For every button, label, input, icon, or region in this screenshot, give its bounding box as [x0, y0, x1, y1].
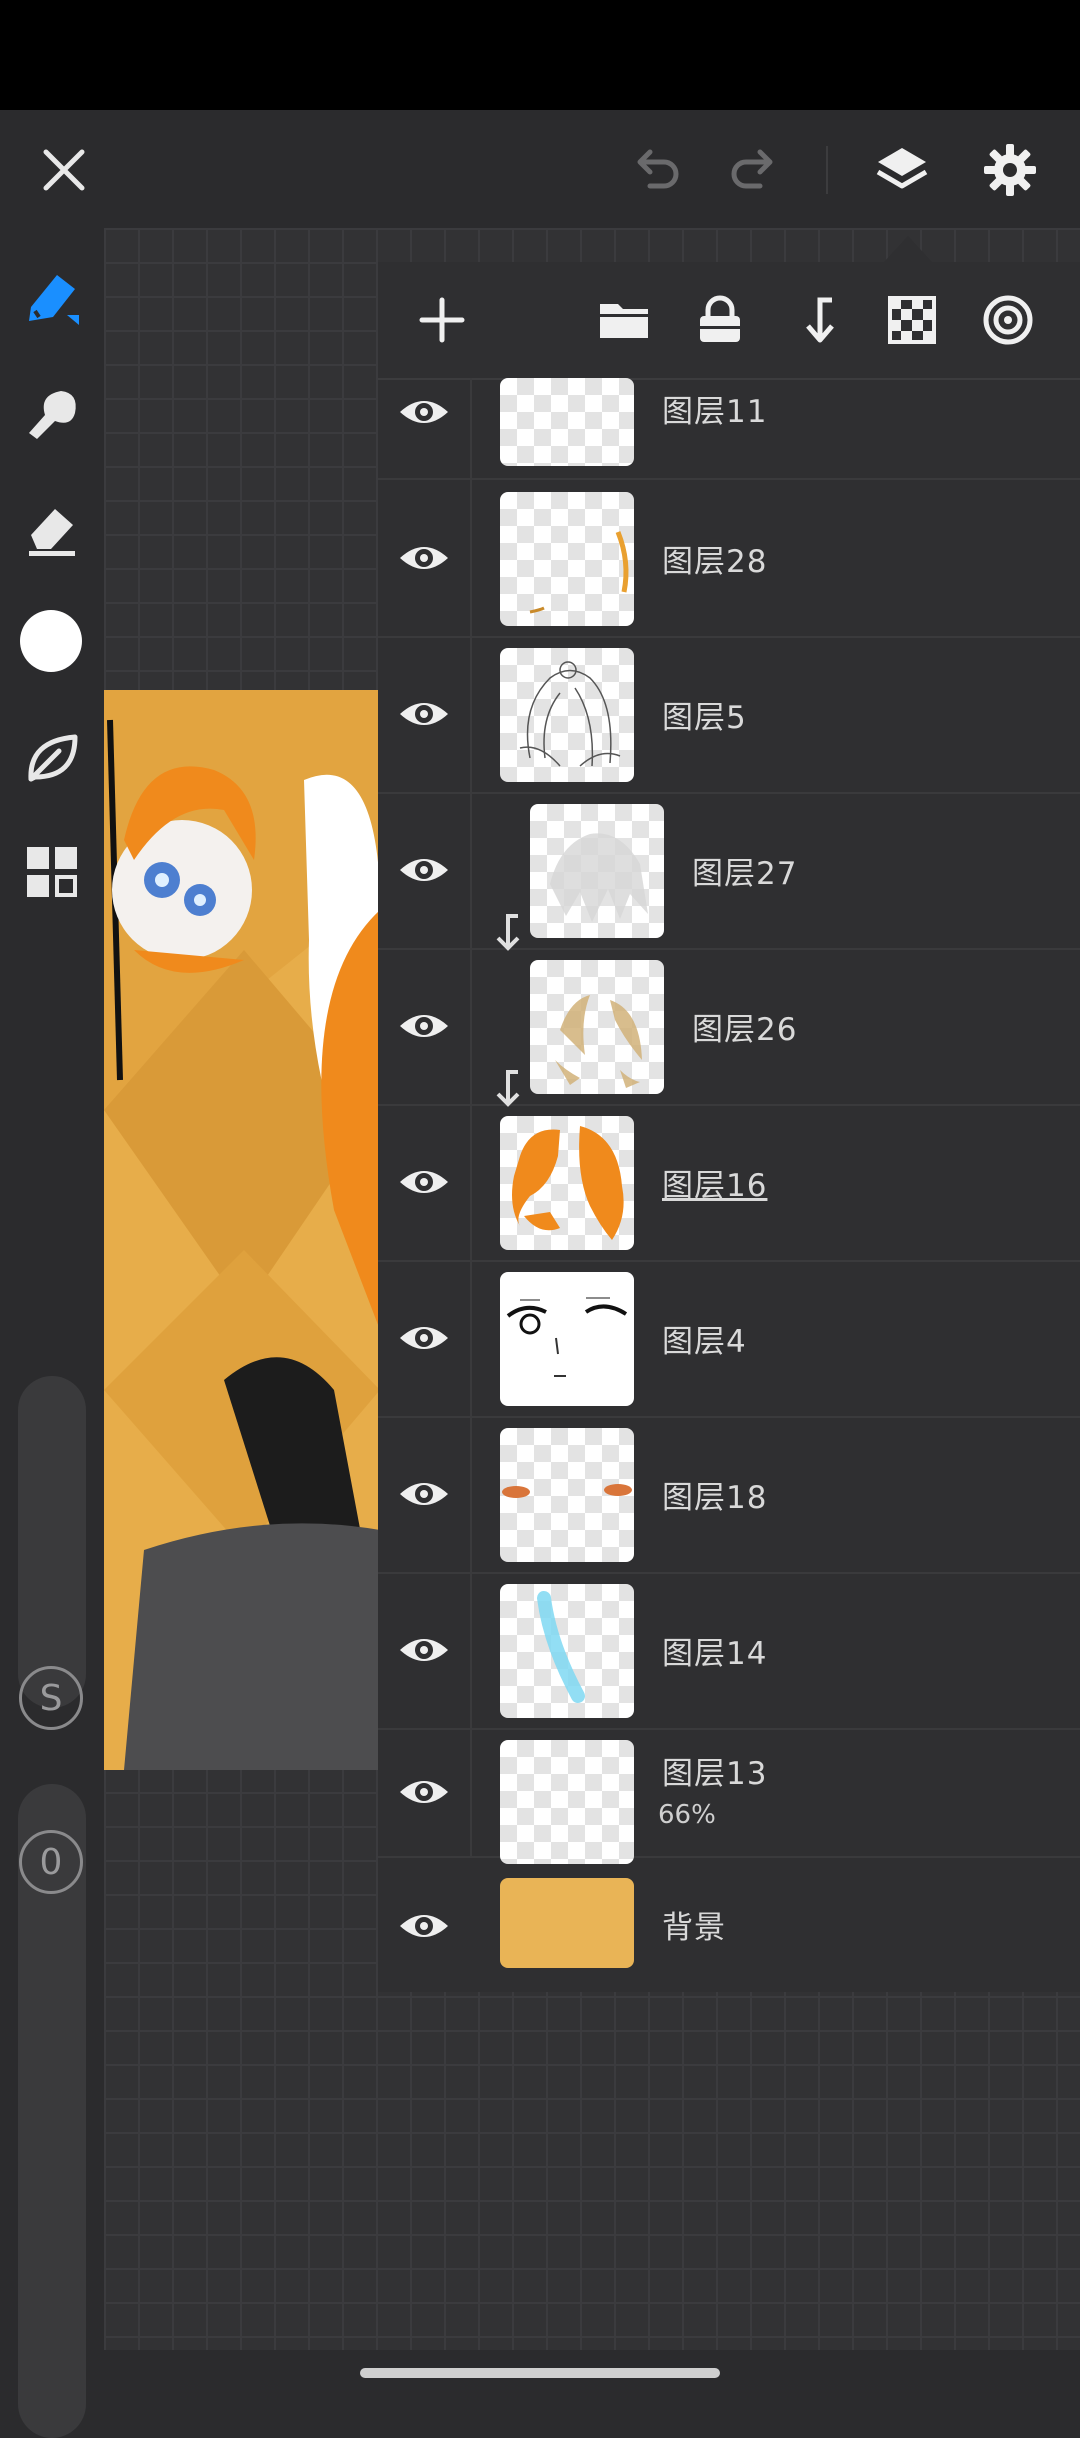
home-indicator[interactable] — [360, 2368, 720, 2378]
canvas-artwork[interactable] — [104, 690, 380, 1770]
layer-name: 图层16 — [662, 1168, 768, 1204]
brush-size-slider[interactable] — [18, 1376, 86, 1708]
layer-thumbnail — [530, 804, 664, 938]
clip-indicator-icon — [490, 1068, 524, 1108]
background-color-thumbnail[interactable] — [500, 1878, 634, 1968]
layer-row[interactable]: 图层11 — [378, 378, 1080, 480]
folder-icon[interactable] — [592, 288, 656, 352]
layer-thumbnail — [500, 1584, 634, 1718]
layers-panel: 图层11 图层28 图层5 图层27 图层26 图层16 图层4 图层18 图层… — [378, 262, 1080, 1992]
layer-row[interactable]: 图层4 — [378, 1260, 1080, 1418]
layer-row[interactable]: 图层26 — [378, 948, 1080, 1108]
gear-icon[interactable] — [968, 128, 1052, 212]
smudge-icon[interactable] — [14, 376, 90, 452]
leaf-icon[interactable] — [14, 720, 90, 796]
layer-thumbnail — [500, 1428, 634, 1562]
layer-row-background[interactable]: 背景 — [378, 1868, 1080, 1984]
panel-pointer — [884, 236, 932, 262]
eye-icon[interactable] — [396, 1622, 452, 1678]
layer-row[interactable]: 图层5 — [378, 636, 1080, 794]
layers-panel-toolbar — [378, 262, 1080, 380]
eye-icon[interactable] — [396, 384, 452, 440]
layer-thumbnail — [500, 1116, 634, 1250]
layer-opacity: 66% — [658, 1800, 716, 1830]
close-icon[interactable] — [22, 128, 106, 212]
redo-icon[interactable] — [712, 128, 796, 212]
lock-icon[interactable] — [688, 288, 752, 352]
layer-row[interactable]: 图层27 — [378, 792, 1080, 952]
clip-indicator-icon — [490, 912, 524, 952]
layer-name: 图层11 — [662, 394, 768, 430]
layer-name: 图层28 — [662, 544, 768, 580]
clip-down-icon[interactable] — [784, 288, 848, 352]
layer-thumbnail — [500, 648, 634, 782]
eye-icon[interactable] — [396, 842, 452, 898]
toolbar-divider — [826, 146, 828, 194]
brush-opacity-label: 0 — [19, 1830, 83, 1894]
undo-icon[interactable] — [614, 128, 698, 212]
brush-size-label: S — [19, 1666, 83, 1730]
eye-icon[interactable] — [396, 1898, 452, 1954]
layer-thumbnail — [500, 378, 634, 466]
layer-name: 图层14 — [662, 1636, 768, 1672]
left-toolbar: S 0 — [0, 228, 104, 2438]
eye-icon[interactable] — [396, 1310, 452, 1366]
layer-row[interactable]: 图层13 66% — [378, 1728, 1080, 1864]
eraser-icon[interactable] — [14, 490, 90, 566]
eye-icon[interactable] — [396, 1764, 452, 1820]
blend-mode-icon[interactable] — [976, 288, 1040, 352]
layer-row-selected[interactable]: 图层16 — [378, 1104, 1080, 1262]
layer-thumbnail — [500, 1740, 634, 1864]
layer-row[interactable]: 图层14 — [378, 1572, 1080, 1730]
layer-name: 图层27 — [692, 856, 798, 892]
layer-thumbnail — [530, 960, 664, 1094]
layer-name: 图层4 — [662, 1324, 747, 1360]
top-toolbar — [0, 110, 1080, 228]
status-bar — [0, 0, 1080, 110]
layer-name: 图层13 — [662, 1756, 768, 1792]
color-swatch[interactable] — [20, 610, 82, 672]
layer-name: 图层5 — [662, 700, 747, 736]
layer-row[interactable]: 图层28 — [378, 480, 1080, 638]
eye-icon[interactable] — [396, 686, 452, 742]
layer-name: 图层18 — [662, 1480, 768, 1516]
checker-icon[interactable] — [880, 288, 944, 352]
layer-row[interactable]: 图层18 — [378, 1416, 1080, 1574]
eye-icon[interactable] — [396, 530, 452, 586]
layer-thumbnail — [500, 1272, 634, 1406]
pen-icon[interactable] — [14, 260, 90, 336]
layer-name: 图层26 — [692, 1012, 798, 1048]
layer-thumbnail — [500, 492, 634, 626]
add-layer-icon[interactable] — [410, 288, 474, 352]
eye-icon[interactable] — [396, 998, 452, 1054]
grid-icon[interactable] — [14, 834, 90, 910]
layer-name: 背景 — [662, 1910, 726, 1946]
layers-icon[interactable] — [860, 128, 944, 212]
eye-icon[interactable] — [396, 1466, 452, 1522]
eye-icon[interactable] — [396, 1154, 452, 1210]
